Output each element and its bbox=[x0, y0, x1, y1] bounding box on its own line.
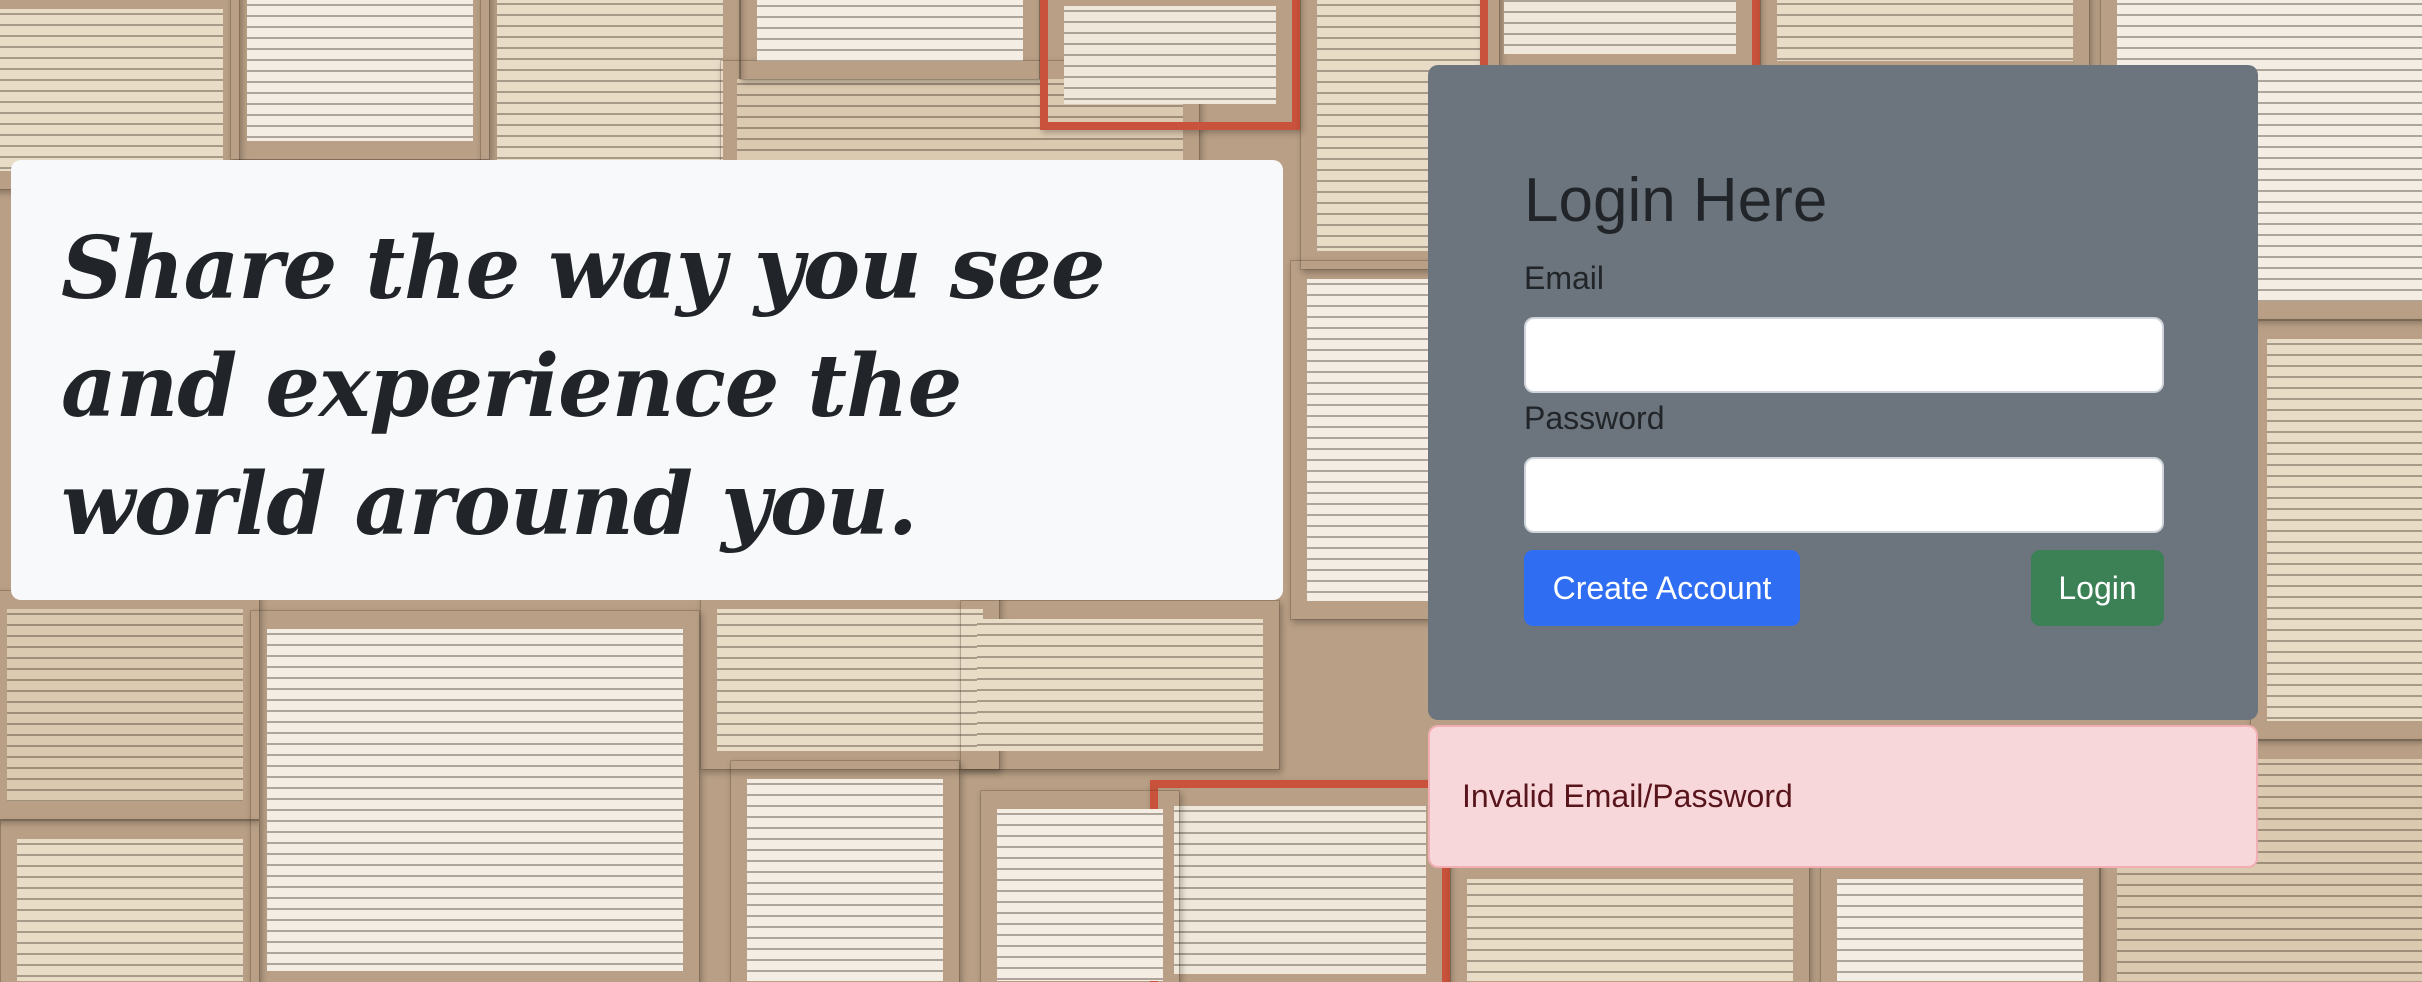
login-panel: Login Here Email Password Create Account… bbox=[1428, 65, 2258, 720]
login-button[interactable]: Login bbox=[2031, 550, 2164, 626]
password-input[interactable] bbox=[1524, 457, 2164, 533]
error-alert-message: Invalid Email/Password bbox=[1462, 778, 1793, 814]
hero-tagline: Share the way you see and experience the… bbox=[61, 218, 1106, 555]
error-alert: Invalid Email/Password bbox=[1428, 725, 2258, 868]
email-input[interactable] bbox=[1524, 317, 2164, 393]
hero-card: Share the way you see and experience the… bbox=[11, 160, 1283, 600]
password-label: Password bbox=[1524, 400, 1665, 436]
create-account-button[interactable]: Create Account bbox=[1524, 550, 1800, 626]
email-label: Email bbox=[1524, 260, 1605, 296]
login-title: Login Here bbox=[1524, 166, 1828, 235]
